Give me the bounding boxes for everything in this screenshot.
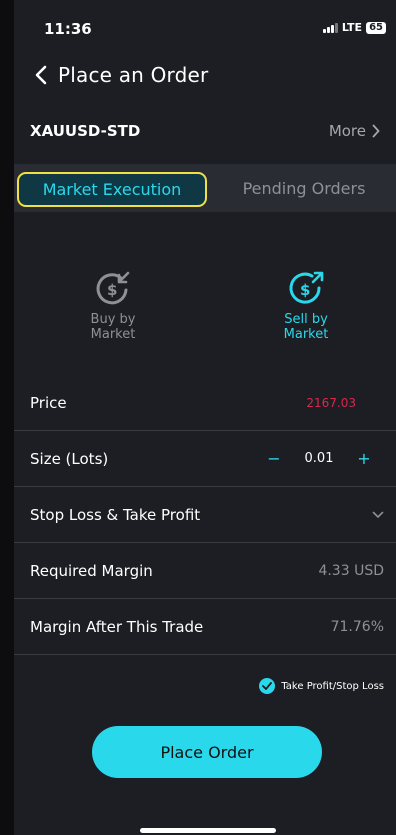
chevron-left-icon xyxy=(35,65,47,85)
chevron-down-icon xyxy=(372,511,384,518)
svg-text:$: $ xyxy=(107,281,117,299)
header: Place an Order xyxy=(14,58,396,92)
more-button[interactable]: More xyxy=(329,122,380,140)
tab-market-execution[interactable]: Market Execution xyxy=(17,172,207,207)
required-margin-row: Required Margin 4.33 USD xyxy=(14,543,396,599)
buy-dollar-icon: $ xyxy=(96,271,130,305)
app-screen: 11:36 LTE 65 Place an Order XAUUSD-STD M… xyxy=(14,0,396,835)
back-button[interactable] xyxy=(24,58,58,92)
device-frame xyxy=(0,0,14,835)
size-row: Size (Lots) − 0.01 + xyxy=(14,431,396,487)
sell-dollar-icon: $ xyxy=(289,271,324,304)
sell-by-market-button[interactable]: $ Sell by Market xyxy=(256,268,356,342)
order-type-tabs: Market Execution Pending Orders xyxy=(14,164,396,212)
symbol-row: XAUUSD-STD More xyxy=(14,116,396,146)
signal-icon xyxy=(322,22,338,33)
required-margin-label: Required Margin xyxy=(30,561,153,580)
place-order-button[interactable]: Place Order xyxy=(92,726,322,778)
battery-icon: 65 xyxy=(366,21,386,34)
home-indicator xyxy=(140,828,276,833)
checkmark-icon xyxy=(259,678,276,694)
decrease-size-button[interactable]: − xyxy=(254,449,294,468)
price-row: Price 2167.03 xyxy=(14,375,396,431)
sell-label: Sell by Market xyxy=(283,312,329,342)
tpsl-checkbox[interactable]: Take Profit/Stop Loss xyxy=(259,678,384,694)
margin-after-row: Margin After This Trade 71.76% xyxy=(14,599,396,655)
buy-by-market-button[interactable]: $ Buy by Market xyxy=(63,268,163,342)
page-title: Place an Order xyxy=(58,63,209,87)
size-label: Size (Lots) xyxy=(30,449,109,468)
more-label: More xyxy=(328,122,366,140)
margin-after-value: 71.76% xyxy=(330,618,384,635)
status-bar: 11:36 LTE 65 xyxy=(14,0,396,50)
sltp-row[interactable]: Stop Loss & Take Profit xyxy=(14,487,396,543)
svg-text:$: $ xyxy=(300,281,310,299)
size-stepper: − 0.01 + xyxy=(254,449,384,468)
buy-label: Buy by Market xyxy=(90,312,136,342)
price-label: Price xyxy=(30,393,67,412)
tab-pending-orders[interactable]: Pending Orders xyxy=(212,164,396,212)
network-type: LTE xyxy=(341,21,363,34)
symbol-name: XAUUSD-STD xyxy=(30,122,141,140)
status-time: 11:36 xyxy=(44,20,92,38)
tpsl-label: Take Profit/Stop Loss xyxy=(281,680,384,692)
status-right: LTE 65 xyxy=(322,21,386,34)
price-value: 2167.03 xyxy=(306,395,356,410)
increase-size-button[interactable]: + xyxy=(344,449,384,468)
order-details: Price 2167.03 Size (Lots) − 0.01 + Stop … xyxy=(14,375,396,655)
margin-after-label: Margin After This Trade xyxy=(30,617,204,636)
size-value[interactable]: 0.01 xyxy=(294,451,344,466)
chevron-right-icon xyxy=(372,124,380,138)
sltp-label: Stop Loss & Take Profit xyxy=(30,505,201,524)
required-margin-value: 4.33 USD xyxy=(318,562,384,579)
